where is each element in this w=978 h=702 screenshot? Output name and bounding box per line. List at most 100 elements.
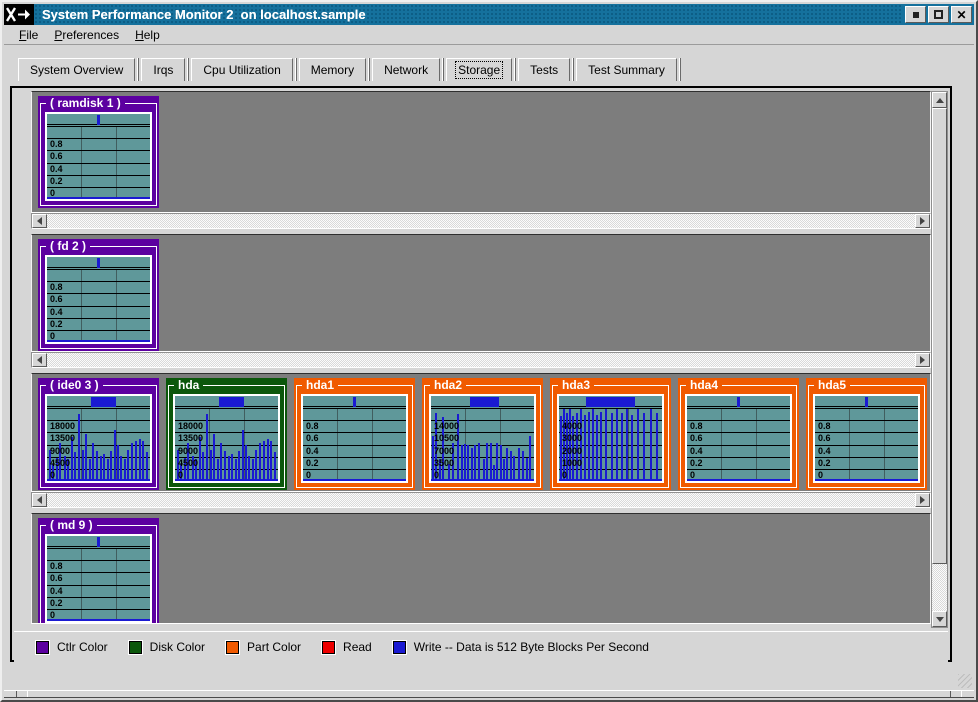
write-data-spike [210,450,212,479]
horizontal-gridline [559,408,662,409]
scroll-left-button[interactable] [32,493,47,507]
y-axis-tick-label: 7000 [434,446,454,456]
tab-tests[interactable]: Tests [518,58,570,81]
device-panel-hda: hda1800013500900045000 [166,378,287,490]
minimize-button[interactable] [905,6,926,23]
resize-notch-left [16,691,28,697]
menu-preferences[interactable]: Preferences [47,26,126,44]
y-axis-tick-label: 0.8 [690,421,703,431]
panel-title: hda [174,378,203,392]
write-data-spike [596,415,598,479]
tab-cpu-utilization[interactable]: Cpu Utilization [191,58,292,81]
legend-swatch-part [226,641,239,654]
write-data-spike [493,465,495,479]
horizontal-gridline [47,330,150,331]
write-data-spike [100,456,102,479]
write-data-spike [478,443,480,479]
write-data-spike [217,459,219,479]
y-axis-tick-label: 0.6 [306,433,319,443]
horizontal-gridline [47,187,150,188]
window-resize-bar[interactable] [4,690,974,698]
vertical-scrollbar-thumb[interactable] [932,108,947,564]
chart-progress-strip [47,536,150,547]
window-title: System Performance Monitor 2 on localhos… [34,4,903,25]
write-data-spike [569,409,571,479]
y-axis-tick-label: 4000 [562,421,582,431]
arrow-up-icon [936,98,944,103]
chart-plot-area: 0.80.60.40.20 [303,408,406,481]
scroll-right-button[interactable] [915,353,930,367]
tab-network[interactable]: Network [372,58,440,81]
scroll-down-button[interactable] [932,611,947,627]
scroll-right-button[interactable] [915,214,930,228]
horizontal-scrollbar-track[interactable] [47,214,915,228]
horizontal-scrollbar[interactable] [31,492,931,508]
horizontal-scrollbar-track[interactable] [47,353,915,367]
write-data-spike [206,414,208,479]
chart-progress-strip [175,396,278,407]
device-chart: 1400010500700035000 [429,394,536,483]
device-chart: 0.80.60.40.20 [45,255,152,344]
window-menu-button[interactable] [4,4,34,25]
maximize-button[interactable] [928,6,949,23]
write-data-spike [259,443,261,479]
tab-storage[interactable]: Storage [446,58,512,81]
vertical-scrollbar[interactable] [931,91,948,628]
panel-title: hda1 [302,378,338,392]
horizontal-gridline [47,548,150,549]
scroll-left-button[interactable] [32,353,47,367]
y-axis-tick-label: 0.8 [50,282,63,292]
menu-accel: F [19,28,26,42]
menu-file[interactable]: File [12,26,45,44]
device-panel-ramdisk1: ( ramdisk 1 )0.80.60.40.20 [38,96,159,208]
tab-irqs[interactable]: Irqs [141,58,185,81]
tab-test-summary[interactable]: Test Summary [576,58,677,81]
chart-plot-area: 40003000200010000 [559,408,662,481]
chart-progress-strip [559,396,662,407]
tab-label: Irqs [151,62,175,78]
color-legend: Ctlr ColorDisk ColorPart ColorReadWrite … [14,631,948,662]
y-axis-tick-label: 0.8 [818,421,831,431]
device-chart: 40003000200010000 [557,394,664,483]
write-data-spike [82,450,84,479]
write-data-spike [131,443,133,479]
storage-tab-content: ( ramdisk 1 )0.80.60.40.20( fd 2 )0.80.6… [10,86,952,662]
menu-help[interactable]: Help [128,26,167,44]
write-data-spike [255,450,257,479]
chart-progress-strip [303,396,406,407]
tab-memory[interactable]: Memory [299,58,366,81]
write-data-spike [510,451,512,479]
write-data-spike [483,459,485,479]
tab-label: Memory [309,62,356,78]
horizontal-scrollbar[interactable] [31,352,931,368]
tab-system-overview[interactable]: System Overview [18,58,135,81]
scroll-up-button[interactable] [932,92,947,108]
chart-plot-area: 0.80.60.40.20 [815,408,918,481]
write-data-spike [238,451,240,479]
horizontal-scrollbar[interactable] [31,213,931,229]
window-controls: ✕ [903,4,974,25]
chart-progress-strip [687,396,790,407]
vertical-scrollbar-track[interactable] [932,564,947,611]
write-data-spike [522,451,524,479]
write-data-spike [107,459,109,479]
write-data-spike [616,409,618,479]
horizontal-scrollbar-track[interactable] [47,493,915,507]
write-data-spike [490,443,492,479]
y-axis-tick-label: 0.4 [306,446,319,456]
scroll-right-button[interactable] [915,493,930,507]
y-axis-tick-label: 18000 [50,421,75,431]
y-axis-tick-label: 0 [434,470,439,480]
resize-grip-icon[interactable] [958,674,972,688]
horizontal-gridline [303,469,406,470]
tab-label: Test Summary [586,62,667,78]
write-data-spike [526,458,528,479]
y-axis-tick-label: 10500 [434,433,459,443]
close-button[interactable]: ✕ [951,6,972,23]
maximize-icon [934,10,943,19]
scroll-left-button[interactable] [32,214,47,228]
device-row-viewport: ( ramdisk 1 )0.80.60.40.20 [31,91,931,213]
panel-title: ( ide0 3 ) [46,378,103,392]
titlebar[interactable]: System Performance Monitor 2 on localhos… [4,4,974,25]
device-panel-md9: ( md 9 )0.80.60.40.20 [38,518,159,624]
